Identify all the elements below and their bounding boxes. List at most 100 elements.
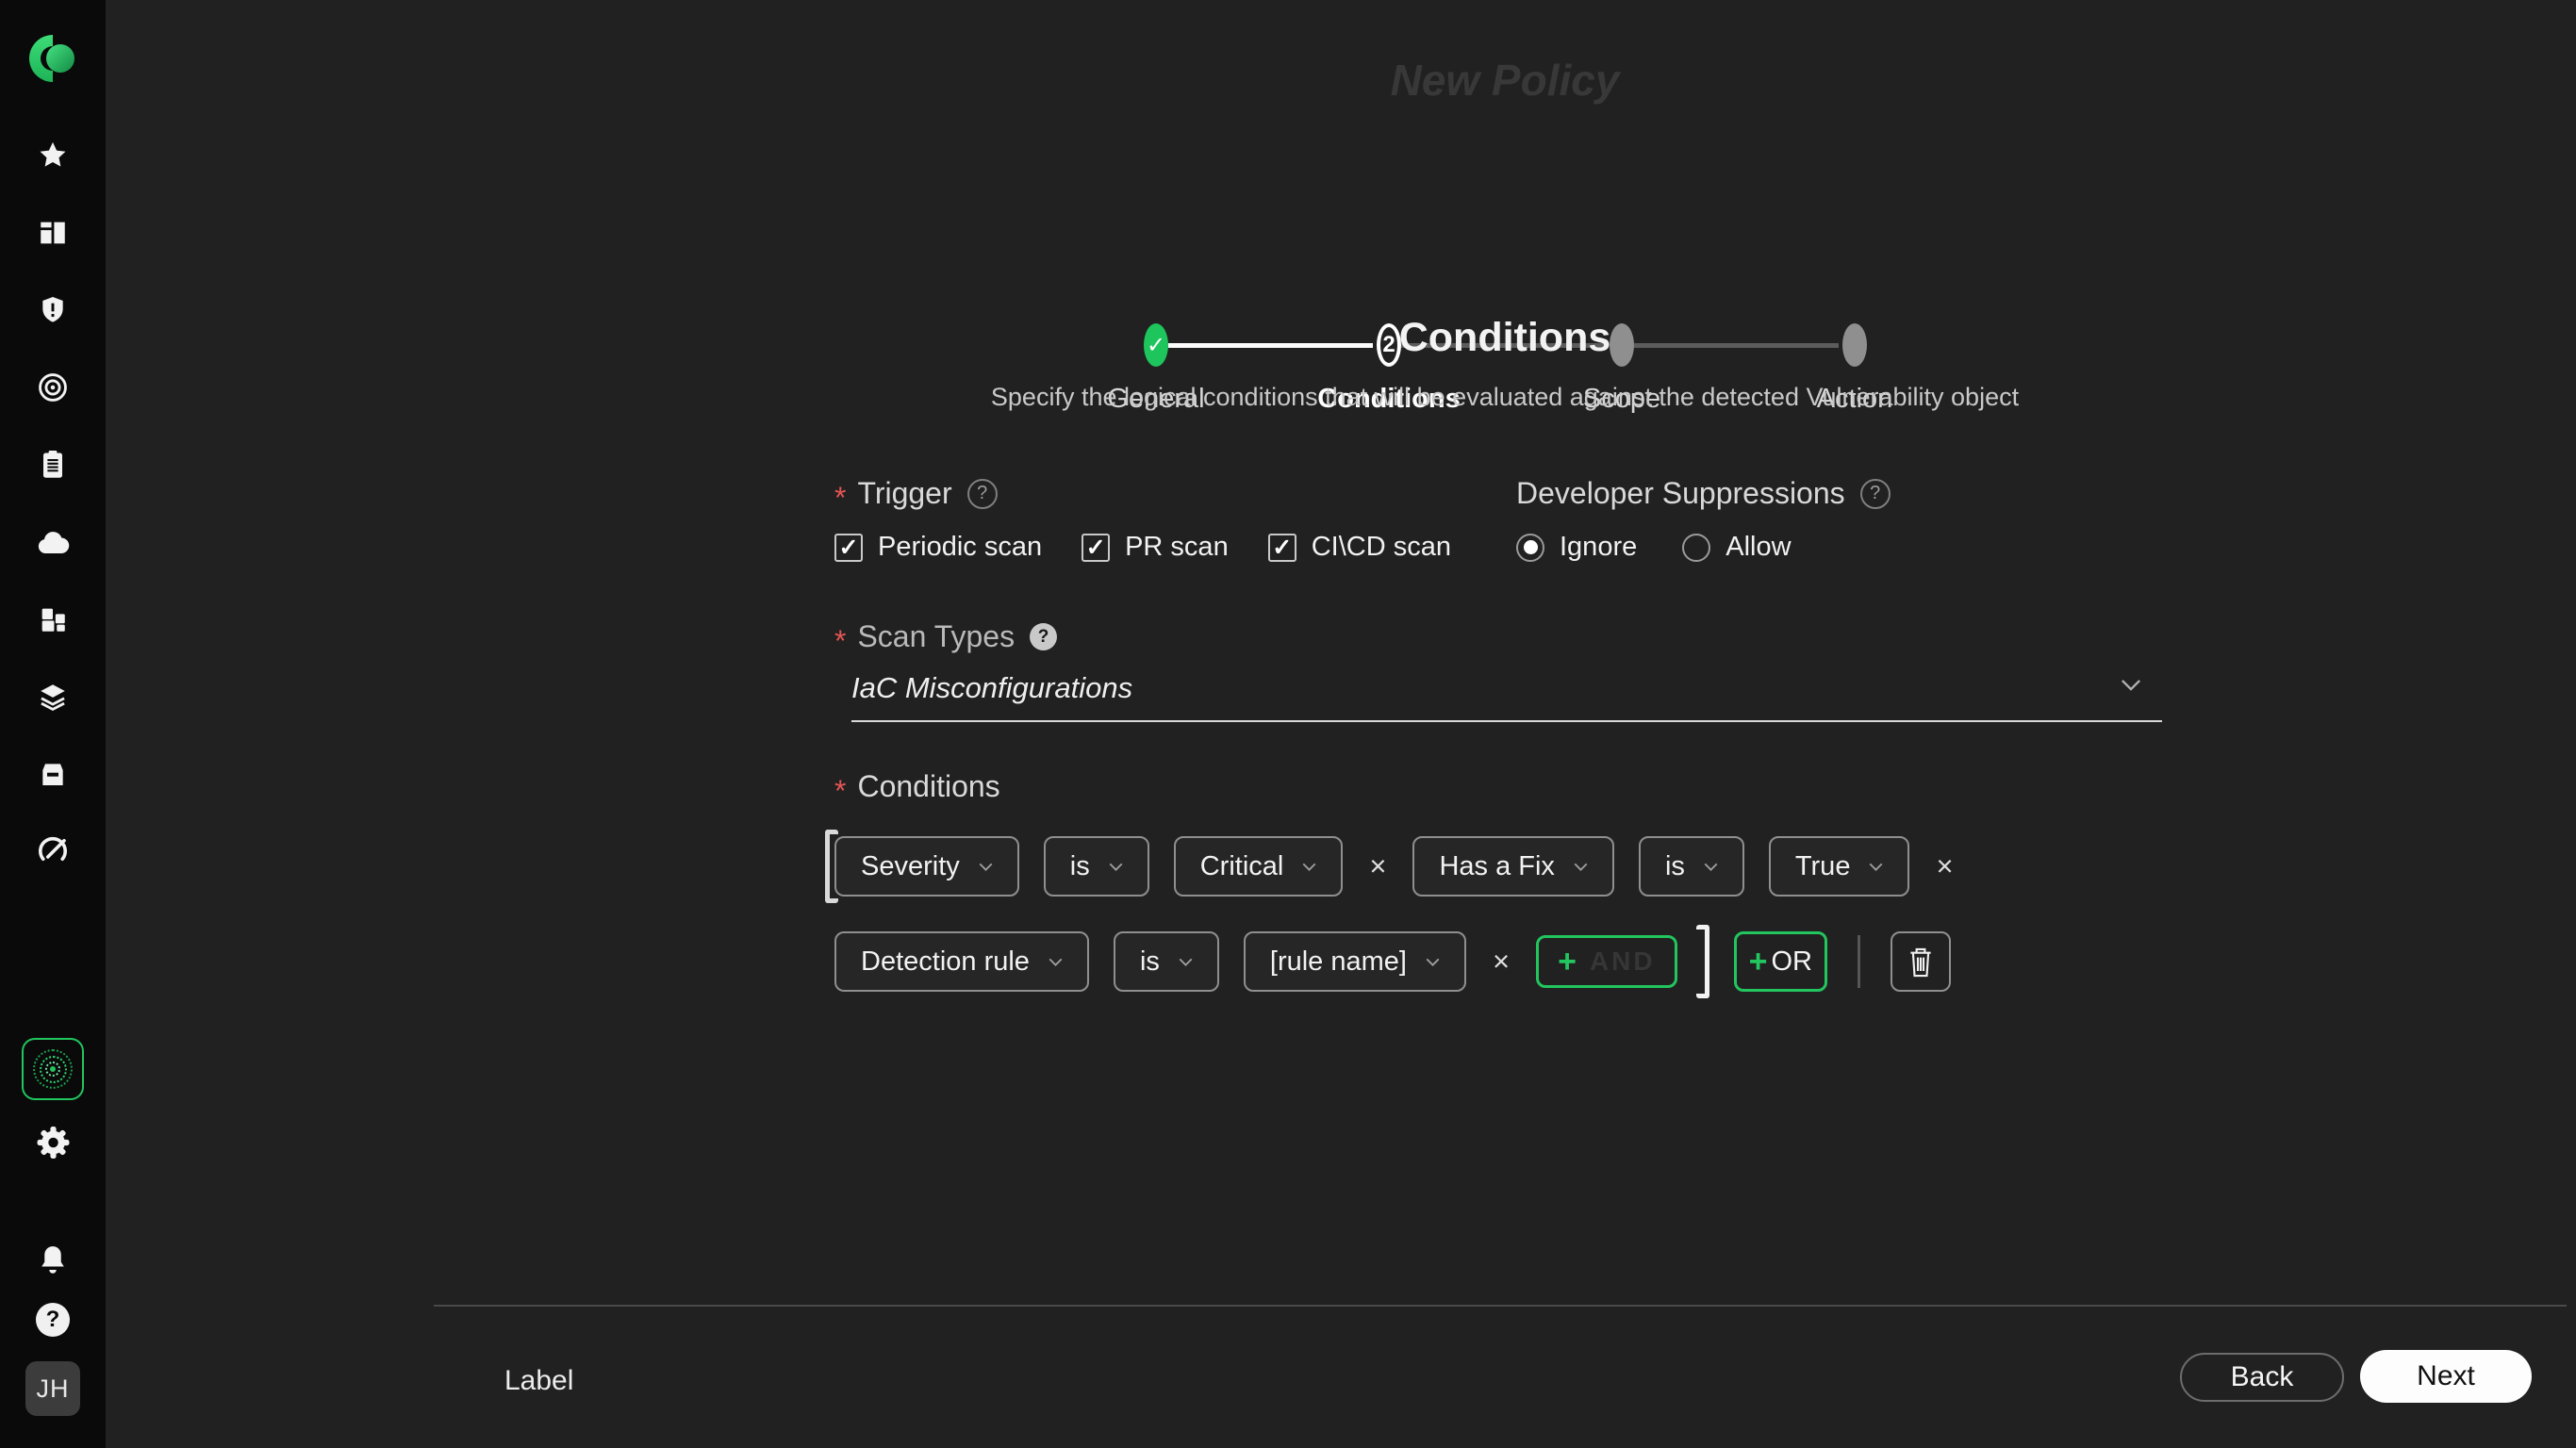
required-asterisk: * (834, 488, 846, 507)
next-button[interactable]: Next (2360, 1350, 2532, 1403)
radio-label: Ignore (1560, 532, 1637, 563)
checkbox-cicd-scan[interactable]: ✓ CI\CD scan (1268, 532, 1451, 563)
step-dot (1610, 323, 1634, 367)
chevron-down-icon (1302, 863, 1316, 871)
footer-label: Label (504, 1365, 573, 1397)
add-or-button[interactable]: + OR (1734, 931, 1827, 992)
value-select[interactable]: [rule name] (1244, 931, 1466, 992)
field-select[interactable]: Severity (834, 836, 1019, 897)
radio-label: Allow (1726, 532, 1791, 563)
blocks-icon[interactable] (36, 601, 71, 636)
user-avatar[interactable]: JH (25, 1361, 80, 1416)
pill-label: Severity (861, 851, 960, 882)
operator-select[interactable]: is (1114, 931, 1219, 992)
group-close-bracket (1696, 925, 1709, 998)
footer-divider (434, 1305, 2567, 1307)
delete-group-button[interactable] (1891, 931, 1951, 992)
step-complete-check-icon: ✓ (1144, 323, 1168, 367)
checkbox-checked-icon: ✓ (1082, 534, 1110, 562)
pill-label: Critical (1200, 851, 1284, 882)
radio-ignore[interactable]: Ignore (1516, 532, 1637, 563)
plus-icon: + (1558, 946, 1577, 978)
gauge-icon[interactable] (36, 833, 71, 868)
plus-icon: + (1749, 946, 1768, 978)
main-content: New Policy ✓ General 2 Conditions Scope … (106, 0, 2576, 1448)
remove-condition-icon[interactable]: × (1367, 849, 1388, 883)
pill-label: Has a Fix (1439, 851, 1554, 882)
ai-spiral-selected[interactable] (22, 1038, 84, 1100)
operator-select[interactable]: is (1044, 836, 1149, 897)
step-dot (1842, 323, 1867, 367)
trigger-label: Trigger (857, 476, 951, 511)
chevron-down-icon (1426, 958, 1440, 966)
trigger-field: * Trigger ? ✓ Periodic scan ✓ PR scan ✓ … (834, 476, 1451, 563)
apps-grid-icon[interactable] (36, 1184, 71, 1219)
checkbox-checked-icon: ✓ (1268, 534, 1296, 562)
shield-alert-icon[interactable] (36, 292, 71, 327)
radio-allow[interactable]: Allow (1682, 532, 1791, 563)
favorites-star-icon[interactable] (36, 138, 71, 173)
scan-types-label: Scan Types (857, 619, 1015, 654)
or-label: OR (1771, 946, 1812, 978)
remove-condition-icon[interactable]: × (1934, 849, 1955, 883)
section-heading: Conditions (1399, 315, 1611, 361)
help-icon[interactable]: ? (36, 1303, 70, 1337)
target-rings-icon[interactable] (36, 370, 71, 404)
checkbox-periodic-scan[interactable]: ✓ Periodic scan (834, 532, 1042, 563)
scan-types-select[interactable]: IaC Misconfigurations (851, 666, 2162, 722)
chevron-down-icon (1704, 863, 1718, 871)
radio-unselected-icon (1682, 534, 1710, 562)
cloud-icon[interactable] (36, 524, 71, 559)
radio-selected-icon (1516, 534, 1544, 562)
chevron-down-icon (1574, 863, 1588, 871)
pill-label: is (1140, 946, 1160, 978)
conditions-label: Conditions (857, 769, 999, 804)
clipboard-report-icon[interactable] (36, 447, 71, 482)
chevron-down-icon (2121, 679, 2141, 696)
condition-row: Severity is Critical × Has a Fix (834, 836, 1956, 897)
marketplace-store-icon[interactable] (36, 756, 71, 791)
checkbox-pr-scan[interactable]: ✓ PR scan (1082, 532, 1229, 563)
scan-types-field: * Scan Types ? IaC Misconfigurations (834, 619, 2162, 722)
layers-icon[interactable] (36, 679, 71, 714)
suppressions-help-icon[interactable]: ? (1860, 479, 1891, 509)
chevron-down-icon (1049, 958, 1063, 966)
section-subtitle: Specify the logical conditions that will… (991, 383, 2019, 412)
step-number-badge: 2 (1377, 323, 1401, 367)
value-select[interactable]: Critical (1174, 836, 1344, 897)
wizard-stepper: ✓ General 2 Conditions Scope Action (1039, 162, 1971, 266)
pill-label: [rule name] (1270, 946, 1407, 978)
brand-logo-icon[interactable] (26, 32, 79, 85)
pill-label: True (1795, 851, 1851, 882)
operator-select[interactable]: is (1639, 836, 1744, 897)
scan-types-value: IaC Misconfigurations (851, 671, 1132, 704)
checkbox-checked-icon: ✓ (834, 534, 863, 562)
pill-label: is (1665, 851, 1685, 882)
checkbox-label: Periodic scan (878, 532, 1042, 563)
chevron-down-icon (1869, 863, 1883, 871)
required-asterisk: * (834, 782, 846, 800)
pill-label: Detection rule (861, 946, 1030, 978)
remove-condition-icon[interactable]: × (1491, 945, 1511, 979)
add-and-button[interactable]: + AND (1536, 935, 1677, 988)
trigger-help-icon[interactable]: ? (967, 479, 998, 509)
notifications-bell-icon[interactable] (36, 1243, 71, 1278)
required-asterisk: * (834, 632, 846, 650)
dashboard-panels-icon[interactable] (36, 215, 71, 250)
sidebar: ? JH (0, 0, 106, 1448)
pill-label: is (1070, 851, 1090, 882)
suppressions-label: Developer Suppressions (1516, 476, 1845, 511)
chevron-down-icon (1179, 958, 1193, 966)
condition-row: Detection rule is [rule name] × + AN (834, 925, 1956, 998)
scan-types-help-icon[interactable]: ? (1030, 623, 1057, 650)
sidebar-bottom: ? JH (22, 1038, 84, 1448)
field-select[interactable]: Detection rule (834, 931, 1089, 992)
conditions-field: * Conditions Severity is Criti (834, 769, 1956, 998)
and-label: AND (1590, 946, 1656, 977)
settings-gear-icon[interactable] (36, 1125, 71, 1160)
checkbox-label: PR scan (1125, 532, 1229, 563)
back-button[interactable]: Back (2180, 1353, 2344, 1402)
value-select[interactable]: True (1769, 836, 1910, 897)
page-title: New Policy (1391, 55, 1620, 106)
field-select[interactable]: Has a Fix (1412, 836, 1613, 897)
